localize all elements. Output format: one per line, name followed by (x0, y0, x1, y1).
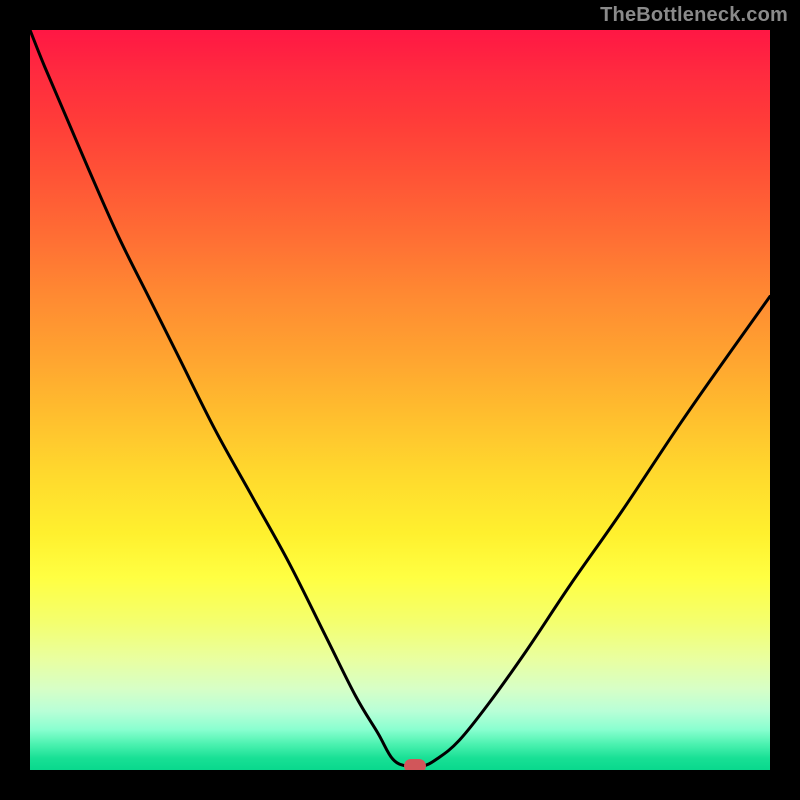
optimal-marker (404, 759, 426, 770)
chart-frame: TheBottleneck.com (0, 0, 800, 800)
curve-path (30, 30, 770, 767)
plot-area (30, 30, 770, 770)
attribution-watermark: TheBottleneck.com (600, 4, 788, 27)
bottleneck-curve (30, 30, 770, 770)
